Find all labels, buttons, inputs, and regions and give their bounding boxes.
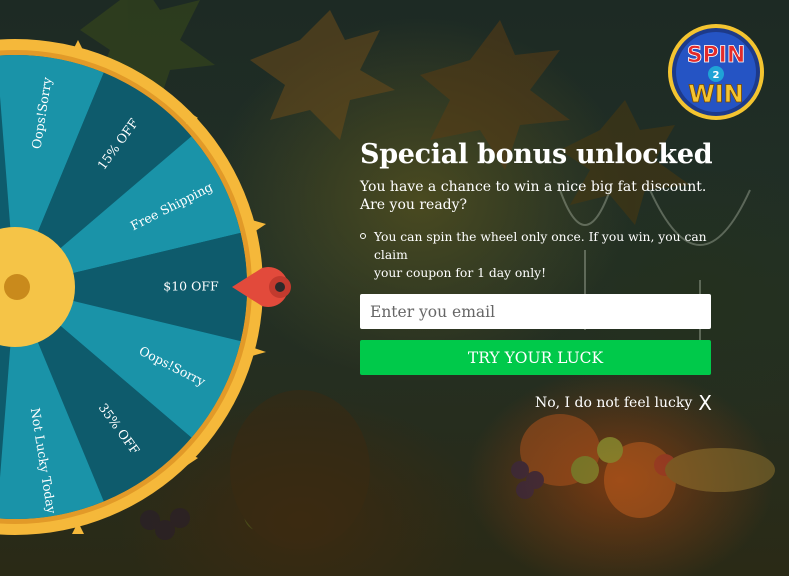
decline-link[interactable]: No, I do not feel lucky X [535,393,712,413]
subtitle: You have a chance to win a nice big fat … [360,178,712,214]
circle-bullet-icon [360,233,366,239]
try-your-luck-button[interactable]: TRY YOUR LUCK [360,340,711,375]
logo-text-win: WIN [688,80,744,108]
rule-line-2: your coupon for 1 day only! [374,266,547,280]
page-title: Special bonus unlocked [360,139,713,170]
rule-item: You can spin the wheel only once. If you… [374,228,712,282]
spin-to-win-logo: SPIN 2 WIN [668,24,764,120]
decline-label: No, I do not feel lucky [534,395,693,411]
logo-text-spin: SPIN [687,43,746,68]
spin-wheel[interactable]: Oops!Sorry 15% OFFFree Shipping$10 OFFOop… [0,0,300,576]
wheel-segment-label: $10 OFF [163,279,219,294]
rule-line-1: You can spin the wheel only once. If you… [374,230,707,262]
subtitle-line-1: You have a chance to win a nice big fat … [360,179,707,195]
wheel-hub-center [4,274,30,300]
signup-panel: Special bonus unlocked You have a chance… [360,138,713,413]
email-input[interactable] [360,294,711,329]
subtitle-line-2: Are you ready? [360,197,468,213]
close-icon[interactable]: X [698,393,712,413]
rules-list: You can spin the wheel only once. If you… [360,228,712,282]
